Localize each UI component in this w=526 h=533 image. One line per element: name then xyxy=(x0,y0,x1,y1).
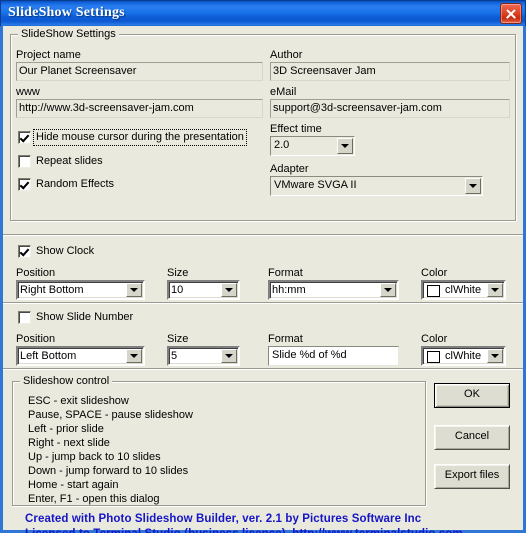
group-caption-settings: SlideShow Settings xyxy=(18,28,119,40)
chevron-down-icon[interactable] xyxy=(126,349,142,363)
title-bar: SlideShow Settings xyxy=(0,0,526,26)
checkbox-box xyxy=(18,311,31,324)
clock-format-combo[interactable]: hh:mm xyxy=(268,280,399,300)
client-area: SlideShow Settings Project name Our Plan… xyxy=(0,26,526,533)
chevron-down-icon[interactable] xyxy=(337,138,353,154)
clock-position-label: Position xyxy=(16,267,56,279)
email-input[interactable]: support@3d-screensaver-jam.com xyxy=(270,99,510,118)
help-line: Left - prior slide xyxy=(28,423,104,435)
clock-format-value: hh:mm xyxy=(272,284,306,296)
show-slide-number-label: Show Slide Number xyxy=(36,311,134,323)
slide-number-position-combo[interactable]: Left Bottom xyxy=(16,346,145,366)
show-clock-checkbox[interactable]: Show Clock xyxy=(18,244,158,260)
slide-number-format-input[interactable]: Slide %d of %d xyxy=(268,346,399,366)
slide-number-size-label: Size xyxy=(167,333,189,345)
chevron-down-icon[interactable] xyxy=(487,349,503,363)
hide-cursor-label: Hide mouse cursor during the presentatio… xyxy=(33,129,247,146)
color-swatch xyxy=(427,285,440,297)
panel-separator-control xyxy=(3,368,523,370)
chevron-down-icon[interactable] xyxy=(487,283,503,297)
clock-format-label: Format xyxy=(268,267,303,279)
clock-color-value: clWhite xyxy=(445,284,482,296)
www-input[interactable]: http://www.3d-screensaver-jam.com xyxy=(16,99,263,118)
help-line: Up - jump back to 10 slides xyxy=(28,451,161,463)
close-icon[interactable] xyxy=(500,3,522,24)
checkbox-box xyxy=(18,178,31,191)
cancel-button[interactable]: Cancel xyxy=(434,425,510,450)
ok-button[interactable]: OK xyxy=(434,383,510,408)
group-caption-control: Slideshow control xyxy=(20,375,113,387)
checkbox-box xyxy=(18,245,31,258)
clock-position-value: Right Bottom xyxy=(20,284,84,296)
chevron-down-icon[interactable] xyxy=(465,178,481,194)
slide-number-position-label: Position xyxy=(16,333,56,345)
checkbox-box xyxy=(18,155,31,168)
project-name-input[interactable]: Our Planet Screensaver xyxy=(16,62,263,81)
slide-number-color-combo[interactable]: clWhite xyxy=(421,346,506,366)
help-line: ESC - exit slideshow xyxy=(28,395,129,407)
random-effects-checkbox[interactable]: Random Effects xyxy=(18,177,178,193)
help-line: Down - jump forward to 10 slides xyxy=(28,465,189,477)
slide-number-size-combo[interactable]: 5 xyxy=(167,346,240,366)
footer-line-1: Created with Photo Slideshow Builder, ve… xyxy=(25,513,422,525)
adapter-label: Adapter xyxy=(270,163,309,175)
author-label: Author xyxy=(270,49,303,61)
hide-cursor-checkbox[interactable]: Hide mouse cursor during the presentatio… xyxy=(18,129,258,146)
project-name-label: Project name xyxy=(16,49,81,61)
help-line: Pause, SPACE - pause slideshow xyxy=(28,409,193,421)
checkbox-box xyxy=(18,131,31,144)
repeat-slides-checkbox[interactable]: Repeat slides xyxy=(18,154,178,170)
chevron-down-icon[interactable] xyxy=(380,283,396,297)
www-label: www xyxy=(16,86,40,98)
author-input[interactable]: 3D Screensaver Jam xyxy=(270,62,510,81)
slideshow-settings-window: SlideShow Settings SlideShow Settings Pr… xyxy=(0,0,526,533)
random-effects-label: Random Effects xyxy=(36,178,115,190)
effect-time-value: 2.0 xyxy=(274,139,290,151)
repeat-slides-label: Repeat slides xyxy=(36,155,103,167)
slide-number-color-label: Color xyxy=(421,333,448,345)
export-files-button[interactable]: Export files xyxy=(434,464,510,489)
slide-number-position-value: Left Bottom xyxy=(20,350,77,362)
color-swatch xyxy=(427,351,440,363)
effect-time-combo[interactable]: 2.0 xyxy=(270,136,355,156)
help-line: Home - start again xyxy=(28,479,119,491)
adapter-combo[interactable]: VMware SVGA II xyxy=(270,176,483,196)
slide-number-size-value: 5 xyxy=(171,350,178,362)
panel-separator-slide-number xyxy=(3,302,523,304)
clock-color-combo[interactable]: clWhite xyxy=(421,280,506,300)
chevron-down-icon[interactable] xyxy=(221,283,237,297)
clock-size-label: Size xyxy=(167,267,189,279)
form-body: SlideShow Settings Project name Our Plan… xyxy=(3,26,523,533)
help-line: Enter, F1 - open this dialog xyxy=(28,493,160,505)
show-clock-label: Show Clock xyxy=(36,245,95,257)
show-slide-number-checkbox[interactable]: Show Slide Number xyxy=(18,310,188,326)
chevron-down-icon[interactable] xyxy=(126,283,142,297)
slide-number-format-label: Format xyxy=(268,333,303,345)
clock-size-value: 10 xyxy=(171,284,184,296)
panel-separator-clock xyxy=(3,234,523,236)
window-title: SlideShow Settings xyxy=(8,5,125,20)
clock-position-combo[interactable]: Right Bottom xyxy=(16,280,145,300)
chevron-down-icon[interactable] xyxy=(221,349,237,363)
help-line: Right - next slide xyxy=(28,437,110,449)
effect-time-label: Effect time xyxy=(270,123,322,135)
adapter-value: VMware SVGA II xyxy=(274,179,357,191)
email-label: eMail xyxy=(270,86,297,98)
clock-color-label: Color xyxy=(421,267,448,279)
slide-number-color-value: clWhite xyxy=(445,350,482,362)
clock-size-combo[interactable]: 10 xyxy=(167,280,240,300)
footer-line-2: Licensed to Terminal Studio (business li… xyxy=(25,528,463,533)
